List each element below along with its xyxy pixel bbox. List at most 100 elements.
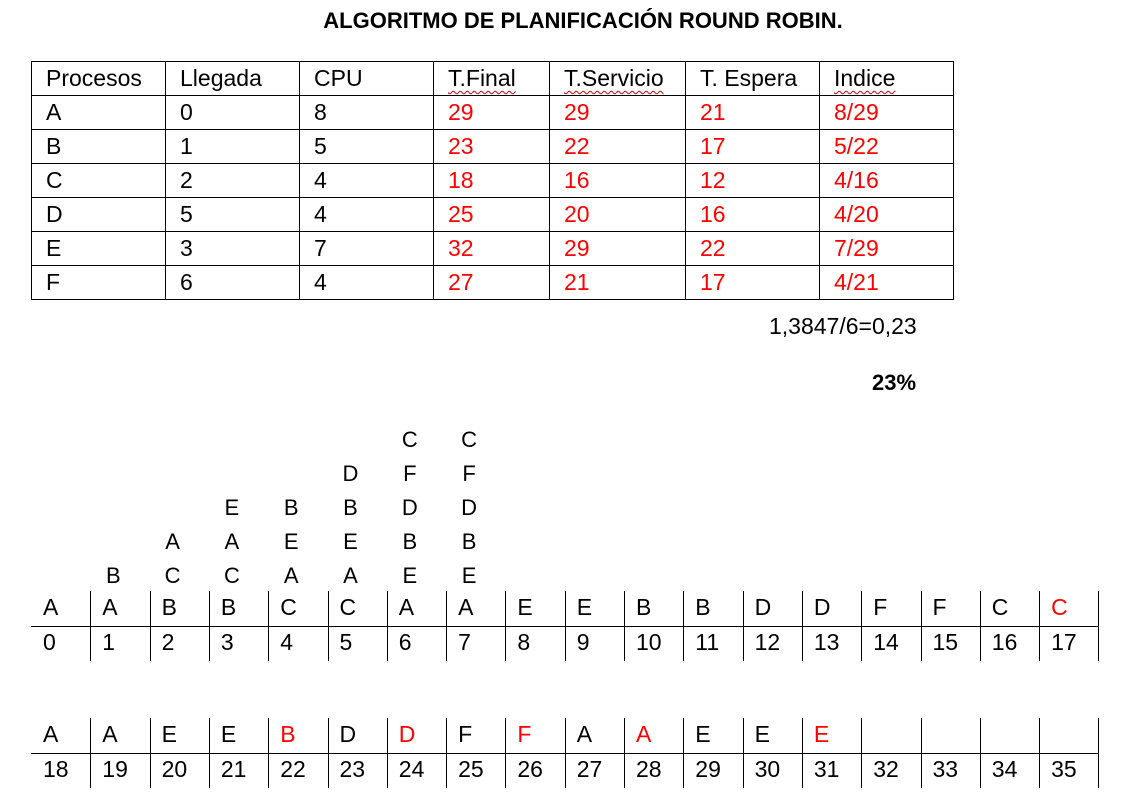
slot-divider xyxy=(979,591,981,661)
slot-time: 20 xyxy=(161,756,188,782)
cell-cpu: 4 xyxy=(299,265,434,300)
cell-llegada: 3 xyxy=(165,231,300,266)
header-tfinal: T.Final xyxy=(433,61,550,96)
slot-process: B xyxy=(636,594,652,620)
slot-time: 28 xyxy=(636,756,662,782)
slot-time: 12 xyxy=(754,629,781,655)
slot-process: A xyxy=(576,721,593,747)
slot-divider xyxy=(564,591,566,661)
slot-divider xyxy=(1098,718,1100,788)
table-row: D 5 4 25 20 16 4/20 xyxy=(31,197,954,232)
slot-divider xyxy=(327,718,329,788)
slot-time: 0 xyxy=(43,629,56,655)
cell-tfinal: 32 xyxy=(433,231,550,266)
cell-llegada: 1 xyxy=(165,129,300,164)
cell-cpu: 5 xyxy=(299,129,434,164)
slot-time: 32 xyxy=(873,756,899,782)
queue-entry: D xyxy=(401,495,418,520)
slot-process: D xyxy=(339,721,357,747)
slot-process: C xyxy=(991,594,1009,620)
slot-time: 11 xyxy=(695,629,720,655)
slot-process: E xyxy=(813,721,830,747)
slot-time: 3 xyxy=(220,629,234,655)
timeline-slot: A0 xyxy=(31,591,90,661)
slot-process: A xyxy=(636,721,652,747)
average-index-percent: 23% xyxy=(872,370,917,395)
queue-entry: A xyxy=(343,563,358,588)
slot-time: 21 xyxy=(220,756,247,782)
cell-cpu: 8 xyxy=(299,95,434,130)
slot-divider xyxy=(90,718,92,788)
slot-time: 24 xyxy=(398,756,425,782)
slot-time: 7 xyxy=(458,629,471,655)
slot-time: 4 xyxy=(280,629,293,655)
slot-time: 18 xyxy=(43,756,69,782)
slot-process: F xyxy=(517,721,532,747)
cell-tservicio: 21 xyxy=(549,265,686,300)
cell-tfinal: 29 xyxy=(433,95,550,130)
timeline-slot: E8 xyxy=(505,591,564,661)
slot-time: 9 xyxy=(576,629,590,655)
slot-time: 13 xyxy=(813,629,840,655)
timeline-slot: D 12 xyxy=(742,591,802,661)
slot-divider xyxy=(742,591,744,661)
timeline-slot: B 10 xyxy=(624,591,683,661)
timeline-slot: D 23 xyxy=(327,718,387,788)
cell-indice: 8/29 xyxy=(819,95,954,130)
slot-divider xyxy=(920,718,922,788)
timeline-slot: F 15 xyxy=(920,591,980,661)
queue-entry: E xyxy=(283,529,299,554)
timeline-slot: E 30 xyxy=(742,718,802,788)
cell-tfinal: 23 xyxy=(433,129,550,164)
timeline-slot: D 24 xyxy=(386,718,446,788)
slot-process: E xyxy=(576,594,593,620)
header-tfinal-text: T.Final xyxy=(448,65,516,91)
timeline-slot: B2 xyxy=(149,591,209,661)
cell-tespera: 17 xyxy=(685,129,820,164)
cell-llegada: 5 xyxy=(165,197,300,232)
slot-process: F xyxy=(932,594,947,620)
cell-tespera: 22 xyxy=(685,231,820,266)
timeline-slot: C4 xyxy=(268,591,327,661)
slot-process: A xyxy=(458,594,474,620)
slot-process: C xyxy=(1051,594,1068,620)
slot-divider xyxy=(801,591,803,661)
cell-indice: 4/16 xyxy=(819,163,954,198)
cell-proceso: A xyxy=(31,95,166,130)
slot-process: D xyxy=(754,594,772,620)
slot-divider xyxy=(1039,718,1041,788)
timeline-slot: F 14 xyxy=(861,591,920,661)
header-tservicio: T.Servicio xyxy=(549,61,686,96)
queue-entry: C xyxy=(401,427,418,452)
slot-time: 1 xyxy=(102,629,116,655)
slot-time: 29 xyxy=(695,756,721,782)
timeline-slot: B 11 xyxy=(683,591,742,661)
slot-divider xyxy=(979,718,981,788)
cell-proceso: C xyxy=(31,163,166,198)
header-tespera: T. Espera xyxy=(685,61,820,96)
slot-divider xyxy=(268,591,270,661)
table-row: C 2 4 18 16 12 4/16 xyxy=(31,163,954,198)
timeline-slot: 35 xyxy=(1039,718,1098,788)
slot-divider xyxy=(624,718,625,788)
timeline-slot: E 21 xyxy=(208,718,268,788)
queue-entry: E xyxy=(402,563,418,588)
slot-process: C xyxy=(339,594,357,620)
cell-cpu: 4 xyxy=(299,163,434,198)
process-table: Procesos Llegada CPU T.Final T.Servicio … xyxy=(31,61,954,300)
slot-divider xyxy=(446,591,448,661)
cell-tfinal: 25 xyxy=(433,197,550,232)
cell-tservicio: 16 xyxy=(549,163,686,198)
cell-llegada: 6 xyxy=(165,265,300,300)
cell-llegada: 2 xyxy=(165,163,300,198)
queue-entry: B xyxy=(283,495,299,520)
timeline-slot: F 26 xyxy=(505,718,564,788)
slot-divider xyxy=(386,591,388,661)
timeline-slot: B3 xyxy=(208,591,268,661)
slot-divider xyxy=(683,718,685,788)
queue-entry: E xyxy=(224,495,240,520)
cell-proceso: F xyxy=(31,265,166,300)
slot-process: E xyxy=(161,721,177,747)
table-header-row: Procesos Llegada CPU T.Final T.Servicio … xyxy=(31,61,954,96)
slot-time: 19 xyxy=(102,756,128,782)
